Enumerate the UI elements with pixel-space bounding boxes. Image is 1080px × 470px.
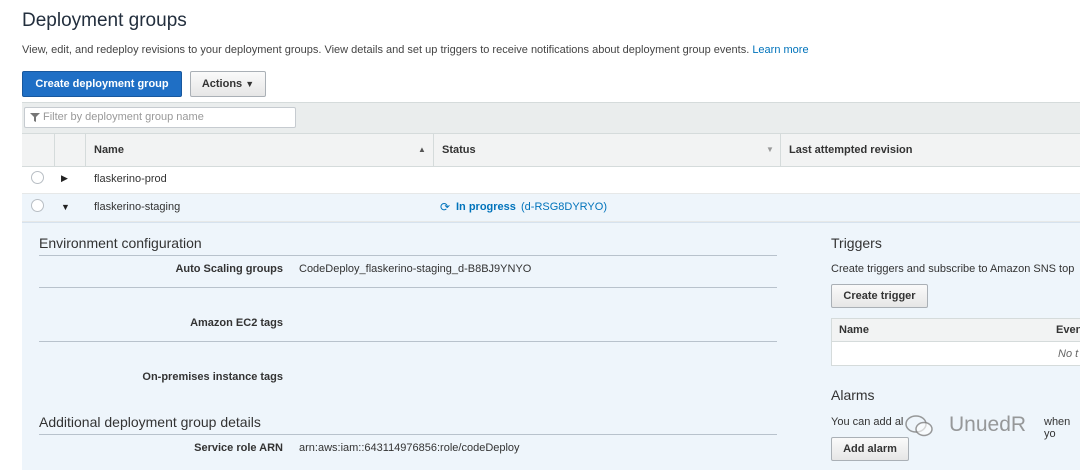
alarms-heading: Alarms [831,387,875,403]
row-radio[interactable] [31,171,44,184]
page-description: View, edit, and redeploy revisions to yo… [22,44,809,56]
triggers-col-name[interactable]: Name [839,324,869,336]
caret-down-icon: ▼ [245,79,255,89]
description-text: View, edit, and redeploy revisions to yo… [22,44,750,56]
actions-dropdown-button[interactable]: Actions ▼ [190,71,266,97]
filter-placeholder: Filter by deployment group name [43,111,204,123]
alarms-description: You can add al [831,416,904,428]
onprem-tags-label: On-premises instance tags [142,371,283,383]
create-deployment-group-button[interactable]: Create deployment group [22,71,182,97]
expand-caret-icon[interactable]: ▶ [61,173,68,184]
deployment-group-name[interactable]: flaskerino-staging [94,201,180,213]
additional-details-heading: Additional deployment group details [39,414,261,430]
filter-input[interactable]: Filter by deployment group name [24,107,296,128]
wechat-icon [905,415,933,437]
triggers-col-events[interactable]: Even [1056,324,1080,336]
add-alarm-button[interactable]: Add alarm [831,437,909,461]
create-trigger-button[interactable]: Create trigger [831,284,928,308]
actions-label: Actions [201,78,243,90]
table-row[interactable]: ▶ flaskerino-prod [22,166,1080,194]
triggers-empty-text: No t [1058,348,1079,360]
sort-desc-icon[interactable]: ▼ [766,145,774,154]
service-role-label: Service role ARN [194,442,283,454]
service-role-value: arn:aws:iam::643114976856:role/codeDeplo… [299,442,520,454]
table-header: Name ▲ Status ▼ Last attempted revision [22,133,1080,167]
row-radio[interactable] [31,199,44,212]
column-header-name[interactable]: Name [94,144,124,156]
collapse-caret-icon[interactable]: ▼ [61,202,70,212]
watermark-text: UnuedR [949,413,1027,436]
triggers-table: Name Even No t [831,318,1080,366]
table-row[interactable]: ▼ flaskerino-staging ⟳ In progress (d-RS… [22,194,1080,222]
triggers-table-header: Name Even [832,319,1080,342]
learn-more-link[interactable]: Learn more [752,44,808,56]
in-progress-icon: ⟳ [440,200,451,214]
column-header-status[interactable]: Status [442,144,476,156]
column-header-last-revision[interactable]: Last attempted revision [789,144,912,156]
page-title: Deployment groups [22,10,187,31]
sort-asc-icon[interactable]: ▲ [418,145,426,154]
environment-configuration-heading: Environment configuration [39,235,202,251]
watermark: UnuedR [905,410,1065,444]
status-text: In progress [456,201,516,213]
triggers-description: Create triggers and subscribe to Amazon … [831,263,1075,275]
asg-value: CodeDeploy_flaskerino-staging_d-B8BJ9YNY… [299,263,532,275]
triggers-heading: Triggers [831,235,882,251]
deployment-id-link[interactable]: (d-RSG8DYRYO) [521,201,607,213]
deployment-group-name[interactable]: flaskerino-prod [94,173,167,185]
asg-label: Auto Scaling groups [175,263,283,275]
ec2-tags-label: Amazon EC2 tags [190,317,283,329]
filter-icon [30,113,40,122]
